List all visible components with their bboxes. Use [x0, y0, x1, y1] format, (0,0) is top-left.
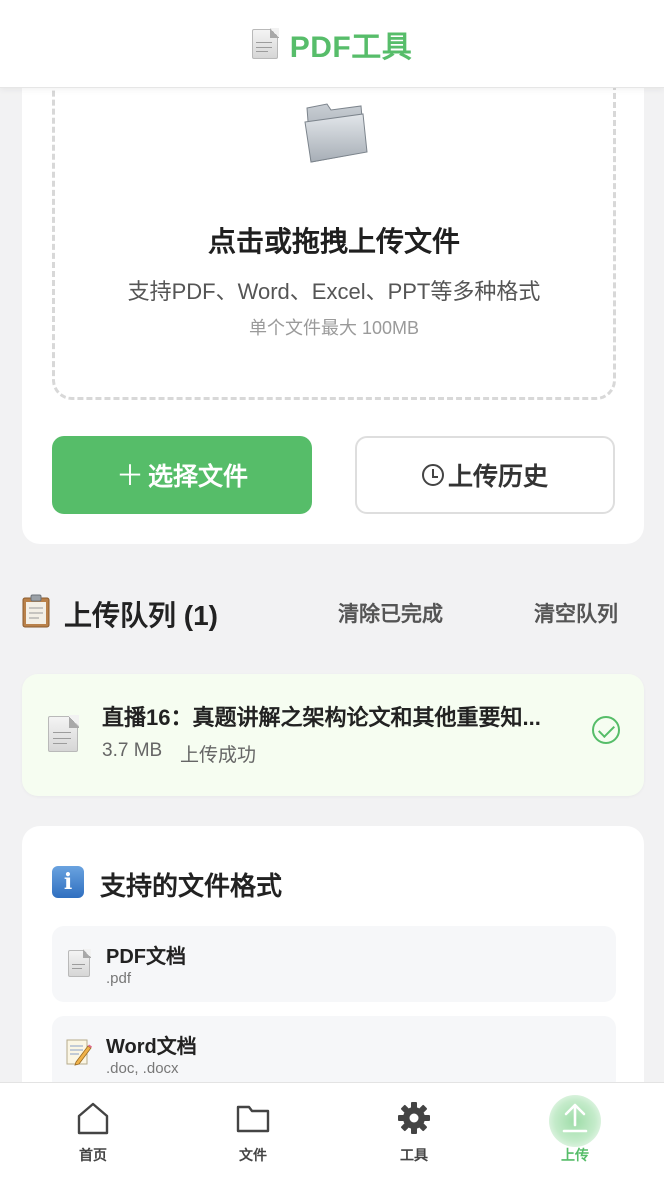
app-title: PDF工具 — [289, 30, 413, 64]
dropzone-title: 点击或拖拽上传文件 — [207, 226, 460, 257]
nav-label: 文件 — [239, 1147, 267, 1163]
format-extensions: .doc, .docx — [106, 1060, 179, 1077]
bottom-nav: 首页 文件 工具 上传 — [0, 1082, 664, 1188]
clear-queue-button[interactable]: 清空队列 — [534, 598, 618, 628]
nav-label: 工具 — [400, 1147, 428, 1163]
folder-icon — [236, 1105, 270, 1133]
clipboard-icon — [22, 594, 50, 628]
supported-formats-card: i 支持的文件格式 PDF文档 .pdf Word文档 .doc, .docx — [22, 826, 644, 1126]
info-icon: i — [52, 866, 84, 898]
clock-icon — [421, 464, 444, 486]
nav-item-files[interactable]: 文件 — [170, 1083, 336, 1188]
format-name: PDF文档 — [106, 946, 186, 968]
folder-icon — [304, 103, 368, 163]
upload-icon — [562, 1103, 588, 1133]
formats-title: 支持的文件格式 — [100, 871, 283, 901]
pdf-document-icon — [68, 949, 91, 977]
select-file-label: 选择文件 — [148, 463, 249, 491]
upload-queue-header: 上传队列 (1) 清除已完成 清空队列 — [22, 590, 642, 634]
queue-item[interactable]: 直播16：真题讲解之架构论文和其他重要知... 3.7 MB 上传成功 — [22, 674, 644, 796]
upload-dropzone[interactable]: 点击或拖拽上传文件 支持PDF、Word、Excel、PPT等多种格式 单个文件… — [52, 60, 616, 400]
check-circle-icon — [592, 716, 620, 744]
upload-history-button[interactable]: 上传历史 — [355, 436, 615, 514]
header-title-group: PDF工具 — [251, 22, 413, 66]
dropzone-subtitle: 支持PDF、Word、Excel、PPT等多种格式 — [127, 279, 541, 304]
format-item-word: Word文档 .doc, .docx — [52, 1016, 616, 1092]
nav-label: 上传 — [561, 1147, 589, 1163]
nav-item-home[interactable]: 首页 — [10, 1083, 176, 1188]
file-icon — [48, 715, 79, 752]
app-header: PDF工具 — [0, 0, 664, 88]
upload-history-label: 上传历史 — [447, 463, 548, 491]
format-name: Word文档 — [106, 1036, 197, 1058]
nav-label: 首页 — [79, 1147, 107, 1163]
format-extensions: .pdf — [106, 970, 132, 987]
gear-icon — [398, 1102, 430, 1134]
clear-completed-button[interactable]: 清除已完成 — [338, 598, 443, 628]
select-file-button[interactable]: ＋ 选择文件 — [52, 436, 312, 514]
plus-icon: ＋ — [115, 460, 144, 491]
nav-item-tools[interactable]: 工具 — [331, 1083, 497, 1188]
format-item-pdf: PDF文档 .pdf — [52, 926, 616, 1002]
dropzone-size-limit: 单个文件最大 100MB — [248, 318, 420, 338]
queue-item-name: 直播16：真题讲解之架构论文和其他重要知... — [102, 705, 541, 730]
memo-icon — [66, 1039, 92, 1066]
queue-title: 上传队列 (1) — [64, 600, 219, 631]
upload-card: 点击或拖拽上传文件 支持PDF、Word、Excel、PPT等多种格式 单个文件… — [22, 60, 644, 544]
nav-item-upload[interactable]: 上传 — [492, 1083, 658, 1188]
home-icon — [77, 1102, 109, 1135]
queue-item-size: 3.7 MB — [102, 740, 163, 761]
queue-item-status: 上传成功 — [180, 745, 257, 766]
document-icon — [251, 27, 279, 59]
